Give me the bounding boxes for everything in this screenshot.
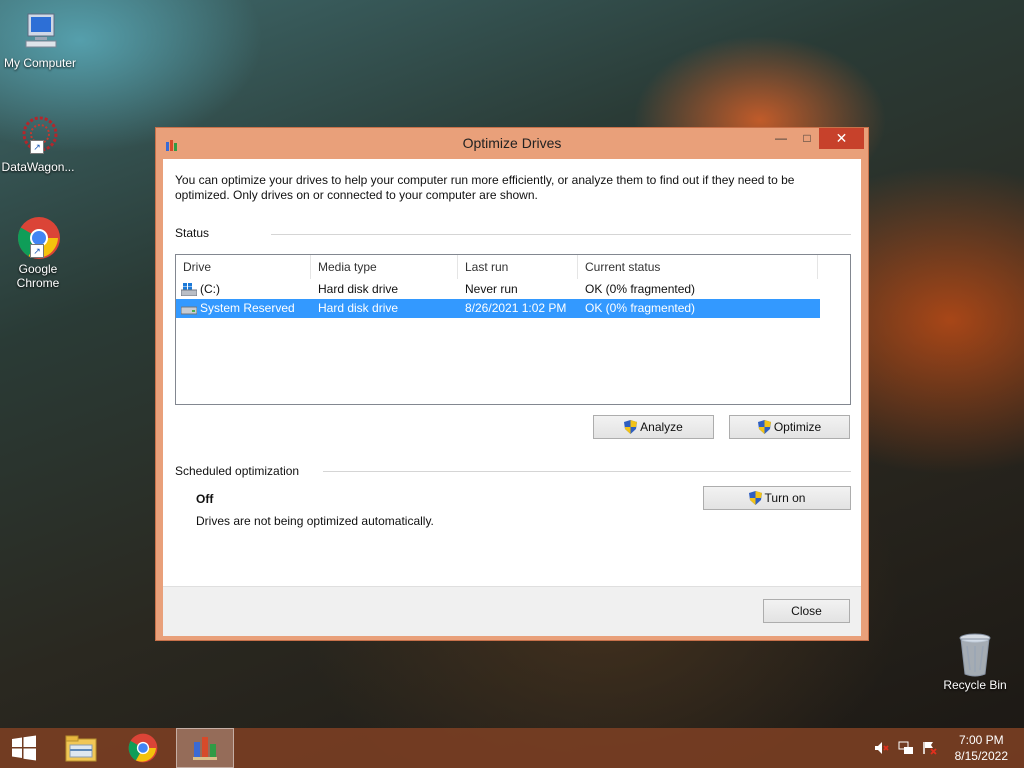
volume-muted-icon[interactable] (874, 741, 890, 755)
computer-icon (18, 10, 62, 54)
description-text: You can optimize your drives to help you… (175, 173, 795, 202)
drive-status: OK (0% fragmented) (585, 282, 696, 296)
drive-media-type: Hard disk drive (318, 282, 399, 296)
chrome-icon: ↗ (16, 216, 60, 260)
close-button[interactable]: Close (763, 599, 850, 623)
recycle-bin-icon (953, 632, 997, 677)
window-client-area: You can optimize your drives to help you… (163, 159, 861, 636)
drive-last-run: Never run (465, 282, 518, 296)
drives-list[interactable]: Drive Media type Last run Current status… (175, 254, 851, 405)
drive-name: System Reserved (200, 301, 295, 315)
chrome-icon (128, 733, 158, 763)
windows-logo-icon (12, 735, 36, 761)
desktop-icon-label: DataWagon... (1, 160, 75, 174)
file-explorer-icon (65, 735, 97, 762)
datawagon-icon: ↗ (16, 114, 60, 158)
dialog-footer: Close (163, 586, 861, 636)
desktop-icon-label-line1: Google (18, 262, 58, 276)
minimize-button[interactable]: — (768, 128, 794, 149)
window-title: Optimize Drives (462, 135, 562, 151)
uac-shield-icon (624, 420, 638, 434)
drive-name: (C:) (200, 282, 220, 296)
network-icon[interactable] (898, 741, 914, 755)
drives-list-header: Drive Media type Last run Current status (176, 255, 850, 279)
drive-row-c[interactable]: (C:) Hard disk drive Never run OK (0% fr… (176, 280, 820, 299)
column-header-current-status[interactable]: Current status (578, 255, 818, 279)
schedule-description: Drives are not being optimized automatic… (196, 514, 434, 528)
desktop-icon-datawagon[interactable]: ↗ DataWagon... (0, 114, 78, 174)
hard-drive-icon (180, 302, 198, 315)
drive-status: OK (0% fragmented) (585, 301, 696, 315)
schedule-state: Off (196, 492, 214, 506)
desktop-icon-label: My Computer (3, 56, 77, 70)
turn-on-button-label: Turn on (764, 491, 806, 505)
drive-row-system-reserved[interactable]: System Reserved Hard disk drive 8/26/202… (176, 299, 820, 318)
column-header-last-run[interactable]: Last run (458, 255, 578, 279)
title-bar[interactable]: Optimize Drives — □ ✕ (156, 128, 868, 158)
defrag-app-icon (193, 737, 217, 760)
windows-drive-icon (180, 283, 198, 297)
desktop-icon-google-chrome[interactable]: ↗ Google Chrome (0, 216, 78, 290)
clock-time: 7:00 PM (958, 733, 1004, 747)
turn-on-button[interactable]: Turn on (703, 486, 851, 510)
drive-media-type: Hard disk drive (318, 301, 399, 315)
analyze-button[interactable]: Analyze (593, 415, 714, 439)
analyze-button-label: Analyze (640, 420, 683, 434)
desktop-icon-label-line2: Chrome (16, 276, 60, 290)
optimize-drives-window: Optimize Drives — □ ✕ You can optimize y… (155, 127, 869, 641)
scheduled-group-label: Scheduled optimization (175, 464, 300, 478)
scheduled-divider (323, 471, 851, 472)
desktop-icon-label: Recycle Bin (943, 678, 1007, 692)
clock-date: 8/15/2022 (954, 749, 1008, 763)
action-center-flag-icon[interactable] (922, 741, 938, 755)
optimize-button-label: Optimize (773, 420, 822, 434)
taskbar: 7:00 PM 8/15/2022 (0, 728, 1024, 768)
uac-shield-icon (757, 420, 771, 434)
taskbar-optimize-drives[interactable] (176, 728, 234, 768)
shortcut-arrow-icon: ↗ (30, 140, 44, 154)
desktop-icon-my-computer[interactable]: My Computer (0, 10, 80, 70)
taskbar-google-chrome[interactable] (114, 728, 172, 768)
uac-shield-icon (748, 491, 762, 505)
maximize-button[interactable]: □ (794, 128, 820, 149)
close-button-label: Close (791, 604, 822, 618)
optimize-button[interactable]: Optimize (729, 415, 850, 439)
taskbar-file-explorer[interactable] (52, 728, 110, 768)
system-clock[interactable]: 7:00 PM 8/15/2022 (955, 732, 1008, 764)
desktop-icon-recycle-bin[interactable]: Recycle Bin (935, 632, 1015, 692)
close-window-button[interactable]: ✕ (819, 128, 864, 149)
column-header-drive[interactable]: Drive (176, 255, 311, 279)
shortcut-arrow-icon: ↗ (30, 244, 44, 258)
start-button[interactable] (0, 728, 48, 768)
drive-last-run: 8/26/2021 1:02 PM (465, 301, 567, 315)
status-divider (271, 234, 851, 235)
column-header-media-type[interactable]: Media type (311, 255, 458, 279)
status-group-label: Status (175, 226, 210, 240)
